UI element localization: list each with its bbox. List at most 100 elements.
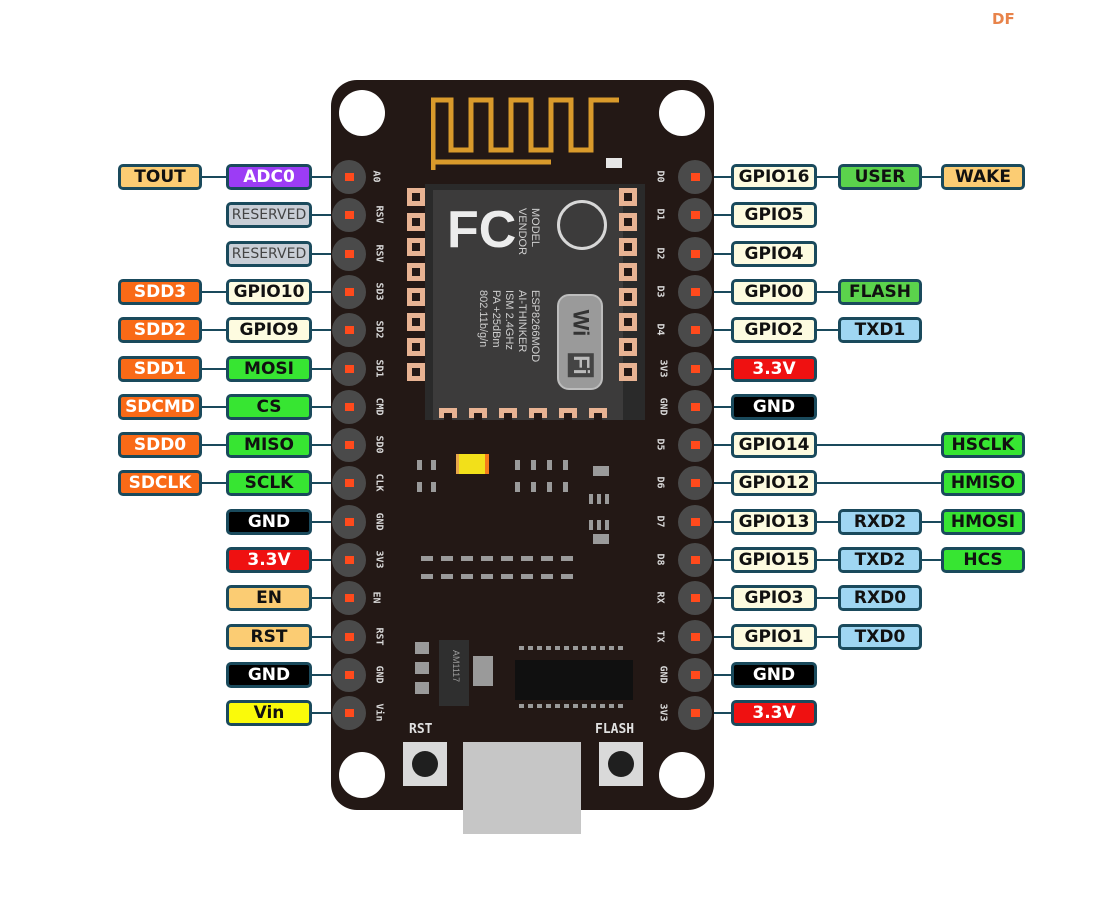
module-shield: FC MODEL VENDOR ESP8266MOD AI-THINKER IS… xyxy=(433,190,623,420)
fcc-logo: FC xyxy=(447,201,517,259)
pin-label-txd1: TXD1 xyxy=(838,317,922,344)
flash-button[interactable] xyxy=(599,742,643,786)
header-pin-left[interactable] xyxy=(332,657,366,692)
header-pin-left[interactable] xyxy=(332,389,366,424)
header-pin-right[interactable] xyxy=(678,504,712,539)
module-vendor: AI-THINKER xyxy=(516,290,528,353)
pin-label-tout: TOUT xyxy=(118,164,202,190)
header-pin-left[interactable] xyxy=(332,313,366,348)
pin-label-gnd: GND xyxy=(731,661,817,688)
header-pin-right[interactable] xyxy=(678,696,712,731)
smd-resistor xyxy=(515,460,520,470)
pin-label-3.3v: 3.3V xyxy=(731,355,817,382)
module-pad xyxy=(499,408,517,421)
pin-label-gnd: GND xyxy=(226,661,312,688)
ic-pin xyxy=(582,646,587,650)
pin-label-mosi: MOSI xyxy=(226,355,312,382)
smd-resistor xyxy=(421,574,433,579)
header-pin-right[interactable] xyxy=(678,657,712,692)
header-pin-left[interactable] xyxy=(332,619,366,654)
ic-pin xyxy=(591,646,596,650)
pin-silkscreen-label: GND xyxy=(373,512,385,531)
pin-silkscreen-label: GND xyxy=(373,665,385,684)
pin-silkscreen-label: SD3 xyxy=(373,282,385,301)
pin-label-hmiso: HMISO xyxy=(941,470,1025,497)
pin-label-gpio5: GPIO5 xyxy=(731,202,817,229)
smd-resistor xyxy=(541,574,553,579)
connector-line xyxy=(202,405,226,408)
module-power: PA +25dBm xyxy=(490,290,502,348)
header-pin-left[interactable] xyxy=(332,351,366,386)
smd-resistor xyxy=(461,574,473,579)
module-pad xyxy=(619,238,637,256)
smd-resistor xyxy=(547,460,552,470)
pin-silkscreen-label: A0 xyxy=(370,170,382,183)
ic-pin xyxy=(573,704,578,708)
module-pad xyxy=(619,213,637,231)
micro-usb-port[interactable] xyxy=(463,742,581,834)
ic-pin xyxy=(528,646,533,650)
header-pin-left[interactable] xyxy=(332,274,366,309)
pin-label-gnd: GND xyxy=(731,393,817,420)
pin-silkscreen-label: EN xyxy=(370,591,382,604)
ic-pin xyxy=(600,704,605,708)
header-pin-left[interactable] xyxy=(332,428,366,463)
smd-resistor xyxy=(563,482,568,492)
smd-resistor xyxy=(531,460,536,470)
module-model: ESP8266MOD xyxy=(529,290,541,363)
pin-label-txd0: TXD0 xyxy=(838,623,922,650)
header-pin-right[interactable] xyxy=(678,543,712,577)
ic-pin xyxy=(600,646,605,650)
wifi-logo-icon: Wi Fi xyxy=(557,294,603,390)
header-pin-left[interactable] xyxy=(332,543,366,577)
header-pin-right[interactable] xyxy=(678,428,712,463)
pin-label-wake: WAKE xyxy=(941,164,1025,190)
mounting-hole xyxy=(339,90,385,136)
pin-label-rxd0: RXD0 xyxy=(838,585,922,612)
header-pin-right[interactable] xyxy=(678,389,712,424)
module-pad xyxy=(619,313,637,331)
header-pin-left[interactable] xyxy=(332,504,366,539)
header-pin-right[interactable] xyxy=(678,274,712,309)
header-pin-right[interactable] xyxy=(678,619,712,654)
smd-resistor xyxy=(441,574,453,579)
pin-silkscreen-label: RX xyxy=(654,591,666,604)
module-pad xyxy=(407,188,425,206)
pin-silkscreen-label: TX xyxy=(654,630,666,643)
pin-silkscreen-label: D1 xyxy=(654,208,666,221)
rst-button[interactable] xyxy=(403,742,447,786)
header-pin-right[interactable] xyxy=(678,160,712,194)
ic-pin xyxy=(618,704,623,708)
smd-resistor xyxy=(531,482,536,492)
header-pin-right[interactable] xyxy=(678,236,712,271)
module-pad xyxy=(619,263,637,281)
ic-pin xyxy=(555,646,560,650)
pin-silkscreen-label: D8 xyxy=(654,553,666,566)
pin-silkscreen-label: D6 xyxy=(654,476,666,489)
pin-silkscreen-label: Vin xyxy=(373,703,385,722)
watermark: DF xyxy=(992,10,1015,28)
header-pin-right[interactable] xyxy=(678,313,712,348)
transistor xyxy=(593,466,609,476)
smd-resistor xyxy=(501,574,513,579)
pin-label-3.3v: 3.3V xyxy=(731,700,817,727)
header-pin-left[interactable] xyxy=(332,236,366,271)
pin-silkscreen-label: D7 xyxy=(654,515,666,528)
pin-silkscreen-label: 3V3 xyxy=(373,550,385,569)
pin-silkscreen-label: D5 xyxy=(654,438,666,451)
connector-line xyxy=(922,520,941,523)
pin-label-cs: CS xyxy=(226,393,312,420)
pin-label-sclk: SCLK xyxy=(226,470,312,497)
ic-pin xyxy=(573,646,578,650)
header-pin-right[interactable] xyxy=(678,351,712,386)
pin-label-hmosi: HMOSI xyxy=(941,508,1025,535)
rst-button-label: RST xyxy=(409,722,433,737)
pin-silkscreen-label: SD2 xyxy=(373,320,385,339)
pin-label-3.3v: 3.3V xyxy=(226,547,312,573)
ic-pin xyxy=(546,704,551,708)
header-pin-left[interactable] xyxy=(332,160,366,194)
ic-pin xyxy=(537,646,542,650)
module-pad xyxy=(559,408,577,421)
header-pin-left[interactable] xyxy=(332,696,366,731)
connector-line xyxy=(202,329,226,332)
